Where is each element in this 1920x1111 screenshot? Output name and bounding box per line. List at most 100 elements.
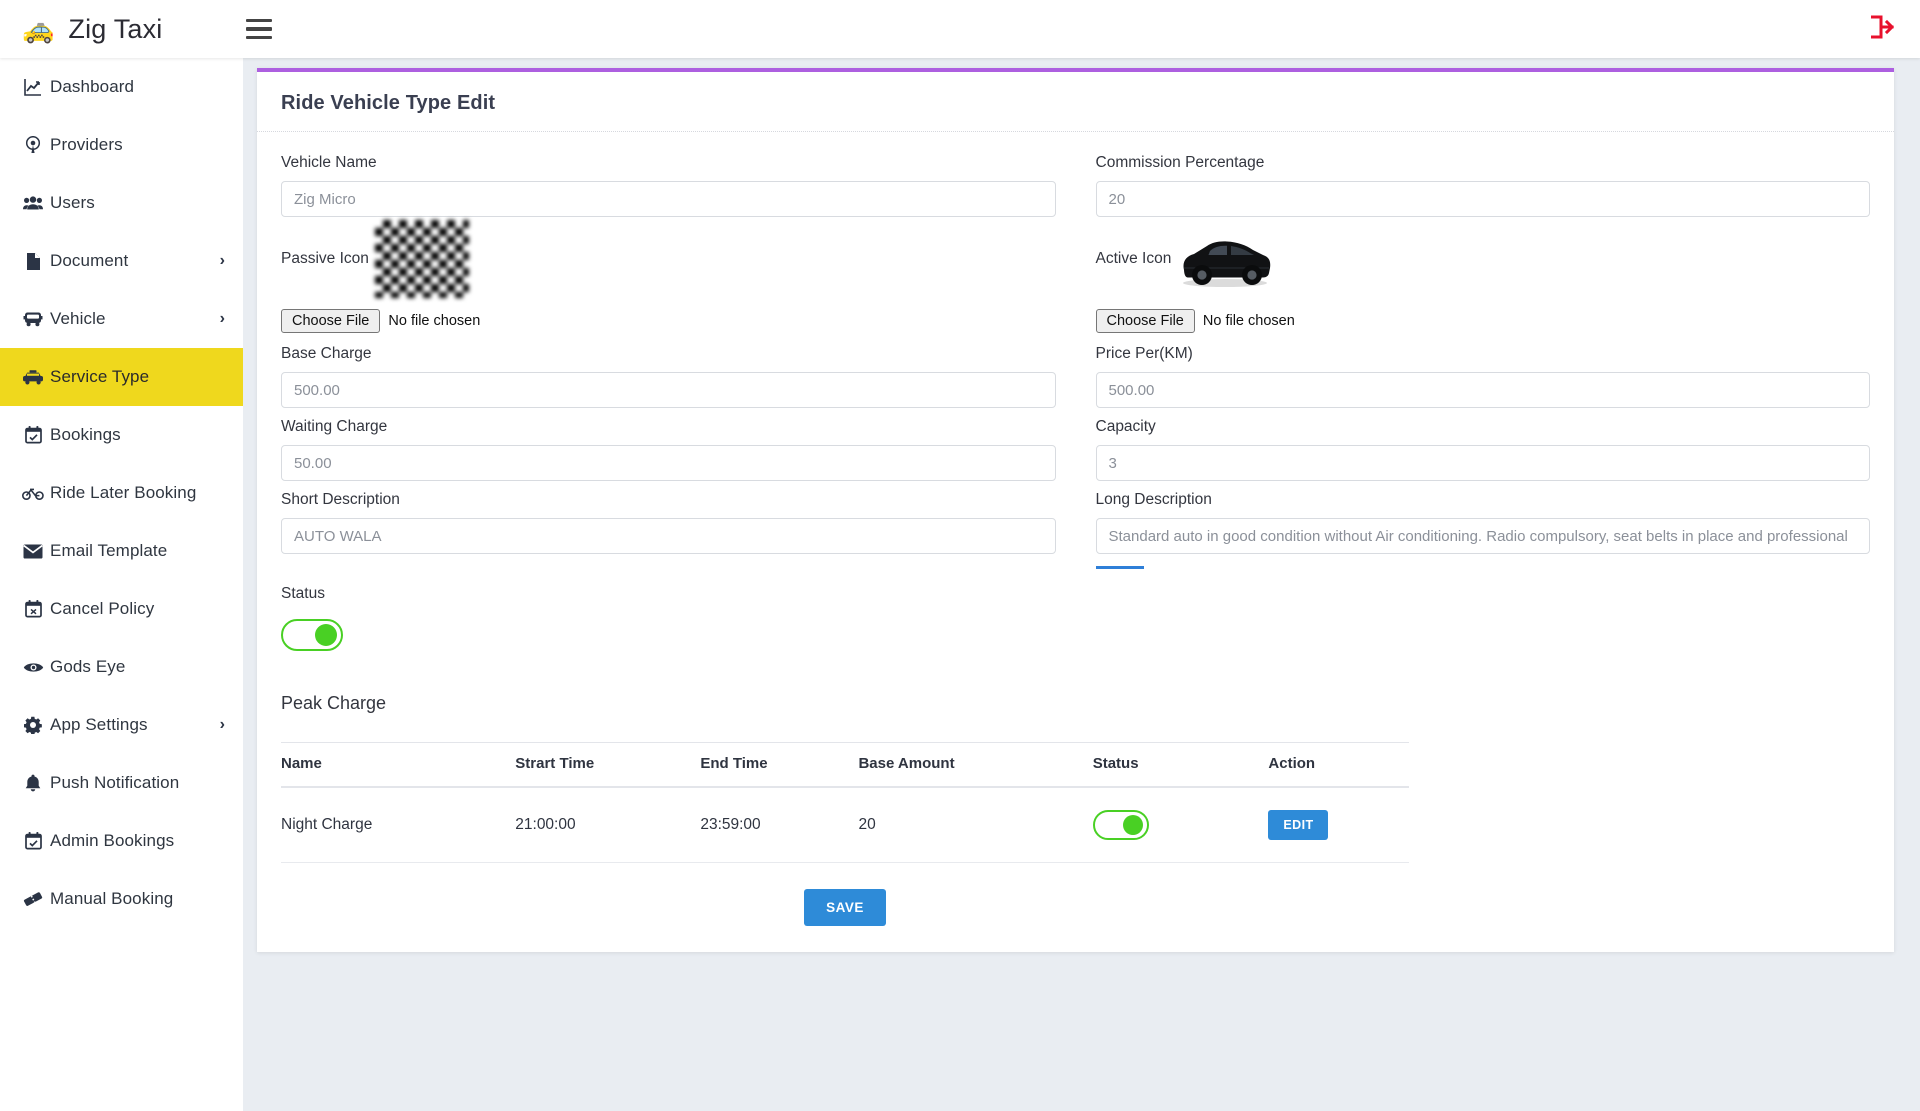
chevron-right-icon: › [219, 310, 225, 327]
sidebar-item-ride-later-booking[interactable]: Ride Later Booking [0, 464, 243, 522]
edit-button[interactable]: EDIT [1268, 810, 1329, 840]
chart-line-icon [16, 78, 50, 96]
envelope-icon [16, 544, 50, 559]
active-icon-preview [1183, 241, 1271, 287]
calendar-times-icon [16, 600, 50, 618]
form-row-names: Vehicle Name Commission Percentage [281, 144, 1870, 217]
base-charge-label: Base Charge [281, 345, 372, 362]
row-status-toggle[interactable] [1092, 810, 1149, 840]
sidebar-item-label: Admin Bookings [50, 831, 175, 850]
taxi-icon: 🚕 [22, 14, 55, 44]
cell-base-amount: 20 [858, 787, 1093, 863]
status-label: Status [281, 585, 325, 602]
passive-icon-row: Passive Icon [281, 217, 1056, 301]
vehicle-name-input[interactable] [281, 181, 1056, 217]
short-description-label: Short Description [281, 491, 400, 508]
logout-icon[interactable] [1868, 15, 1895, 44]
commission-percentage-input[interactable] [1095, 181, 1870, 217]
sidebar-item-label: Providers [50, 135, 123, 154]
sidebar-item-label: Service Type [50, 367, 150, 386]
sidebar-item-vehicle[interactable]: Vehicle › [0, 290, 243, 348]
table-row: Night Charge 21:00:00 23:59:00 20 EDIT [281, 787, 1409, 863]
cell-status [1092, 787, 1269, 863]
price-per-km-label: Price Per(KM) [1095, 345, 1193, 362]
sidebar-item-admin-bookings[interactable]: Admin Bookings [0, 812, 243, 870]
waiting-charge-input[interactable] [281, 445, 1056, 481]
commission-percentage-label: Commission Percentage [1095, 154, 1265, 171]
bell-icon [16, 774, 50, 793]
field-base-charge: Base Charge [281, 335, 1056, 408]
ride-vehicle-type-edit-card: Ride Vehicle Type Edit Vehicle Name Comm… [257, 68, 1894, 952]
sidebar-item-document[interactable]: Document › [0, 232, 243, 290]
capacity-label: Capacity [1095, 418, 1156, 435]
bicycle-icon [16, 486, 50, 500]
field-passive-icon: Passive Icon Choose File No file chosen [281, 217, 1056, 335]
form-row-icons: Passive Icon Choose File No file chosen … [281, 217, 1870, 335]
users-icon [16, 195, 50, 211]
active-icon-label: Active Icon [1095, 250, 1172, 267]
card-body: Vehicle Name Commission Percentage Passi… [257, 132, 1894, 926]
eye-icon [16, 661, 50, 674]
field-price-per-km: Price Per(KM) [1095, 335, 1870, 408]
sidebar-item-email-template[interactable]: Email Template [0, 522, 243, 580]
long-description-input[interactable] [1095, 518, 1870, 554]
form-row-descriptions: Short Description Long Description [281, 481, 1870, 569]
card-header: Ride Vehicle Type Edit [257, 72, 1894, 132]
passive-icon-preview [374, 220, 469, 298]
long-description-label: Long Description [1095, 491, 1212, 508]
broadcast-icon [16, 136, 50, 154]
column-header-base-amount: Base Amount [858, 742, 1093, 788]
sidebar-item-users[interactable]: Users [0, 174, 243, 232]
sidebar-item-providers[interactable]: Providers [0, 116, 243, 174]
sidebar-item-bookings[interactable]: Bookings [0, 406, 243, 464]
sidebar-item-cancel-policy[interactable]: Cancel Policy [0, 580, 243, 638]
sidebar-item-push-notification[interactable]: Push Notification [0, 754, 243, 812]
active-icon-choose-file-button[interactable]: Choose File [1095, 309, 1195, 333]
passive-icon-choose-file-button[interactable]: Choose File [281, 309, 381, 333]
status-toggle-knob [315, 624, 337, 646]
form-row-waiting-capacity: Waiting Charge Capacity [281, 408, 1870, 481]
field-active-icon: Active Icon Choose File No file chosen [1095, 217, 1871, 335]
sidebar-item-gods-eye[interactable]: Gods Eye [0, 638, 243, 696]
file-icon [16, 252, 50, 271]
peak-charge-title: Peak Charge [281, 693, 387, 713]
status-block: Status [281, 569, 1870, 651]
field-short-description: Short Description [281, 481, 1056, 569]
passive-icon-file-status: No file chosen [388, 313, 481, 329]
save-button[interactable]: SAVE [804, 889, 886, 926]
sidebar-item-label: Users [50, 193, 95, 212]
calendar-check-icon [16, 426, 50, 444]
gear-icon [16, 716, 50, 734]
sidebar-item-label: Dashboard [50, 77, 135, 96]
sidebar-item-dashboard[interactable]: Dashboard [0, 58, 243, 116]
field-long-description: Long Description [1095, 481, 1870, 569]
main-content: Ride Vehicle Type Edit Vehicle Name Comm… [243, 58, 1920, 1111]
bus-icon [16, 311, 50, 327]
base-charge-input[interactable] [281, 372, 1056, 408]
price-per-km-input[interactable] [1095, 372, 1870, 408]
sidebar-item-app-settings[interactable]: App Settings › [0, 696, 243, 754]
sidebar-item-label: Email Template [50, 541, 168, 560]
active-icon-row: Active Icon [1096, 217, 1871, 301]
chevron-right-icon: › [219, 252, 225, 269]
calendar-check-icon [16, 832, 50, 850]
sidebar-item-label: App Settings [50, 715, 148, 734]
sidebar-item-service-type[interactable]: Service Type [0, 348, 243, 406]
capacity-input[interactable] [1095, 445, 1870, 481]
save-button-wrapper: SAVE [281, 889, 1409, 926]
top-navbar: 🚕 Zig Taxi [0, 0, 1920, 58]
sidebar-item-label: Document [50, 251, 129, 270]
field-capacity: Capacity [1095, 408, 1870, 481]
hamburger-icon[interactable] [246, 19, 272, 39]
cell-end-time: 23:59:00 [700, 787, 859, 863]
status-toggle[interactable] [281, 619, 343, 651]
sidebar-item-label: Gods Eye [50, 657, 126, 676]
passive-icon-label: Passive Icon [281, 250, 369, 267]
sidebar-item-manual-booking[interactable]: Manual Booking [0, 870, 243, 928]
cell-start-time: 21:00:00 [515, 787, 701, 863]
column-header-start-time: Strart Time [515, 742, 701, 788]
short-description-input[interactable] [281, 518, 1056, 554]
peak-charge-table: Name Strart Time End Time Base Amount St… [281, 742, 1409, 863]
active-icon-file-row: Choose File No file chosen [1095, 307, 1871, 335]
table-header-row: Name Strart Time End Time Base Amount St… [281, 742, 1409, 788]
